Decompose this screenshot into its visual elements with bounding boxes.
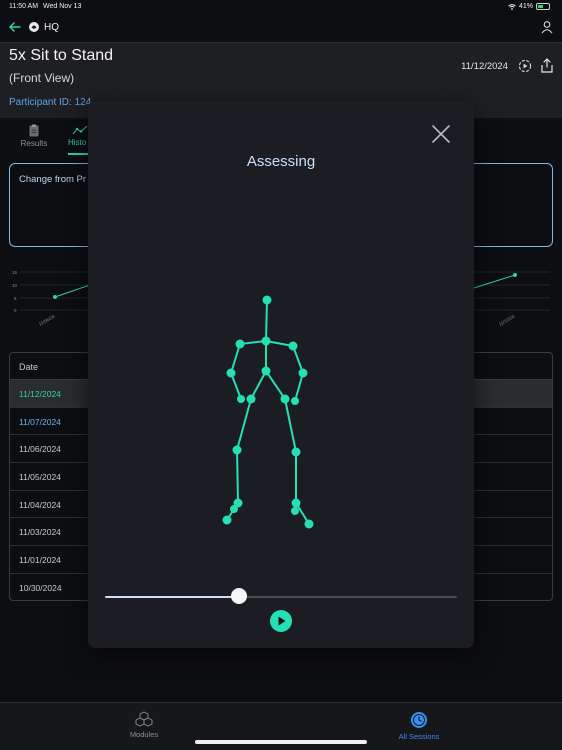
y-tick: 5 [14, 296, 17, 301]
tab-modules-label: Modules [129, 730, 159, 739]
history-clock-icon [411, 712, 427, 728]
y-tick: 10 [12, 283, 18, 288]
series-line-right [473, 274, 516, 289]
row-date: 10/30/2024 [19, 582, 62, 593]
data-point [513, 273, 517, 277]
playback-slider[interactable] [105, 596, 457, 598]
tab-all-sessions[interactable]: All Sessions [392, 711, 446, 741]
tab-all-sessions-label: All Sessions [398, 732, 440, 741]
battery-percent: 41% [518, 3, 533, 10]
data-point [53, 295, 57, 299]
tab-results[interactable]: Results [18, 124, 50, 148]
assessment-modal: Assessing [88, 101, 474, 648]
session-date: 11/12/2024 [461, 61, 508, 72]
row-date: 11/03/2024 [19, 527, 61, 538]
battery-icon [536, 3, 550, 10]
x-tick-left: 11/06/24 [38, 314, 56, 327]
home-indicator[interactable] [195, 740, 367, 744]
row-date: 11/05/2024 [19, 472, 61, 483]
x-tick-right: 11/12/24 [498, 314, 516, 327]
status-time: 11:50 AM [9, 3, 39, 10]
active-tab-indicator [68, 153, 90, 155]
pose-skeleton [222, 295, 314, 529]
slider-thumb[interactable] [230, 588, 247, 604]
app-screen: 11:50 AM Wed Nov 13 41% HQ 5x Sit to Sta… [0, 0, 562, 750]
participant-id[interactable]: Participant ID: 124 [9, 97, 91, 108]
status-date: Wed Nov 13 [43, 3, 82, 10]
back-arrow-icon[interactable] [8, 20, 22, 34]
nav-bar: HQ [0, 14, 562, 42]
page-subtitle: (Front View) [9, 71, 75, 85]
status-bar: 11:50 AM Wed Nov 13 41% [0, 0, 562, 14]
y-tick: 15 [12, 270, 18, 275]
tab-history-label: Histo [68, 138, 87, 147]
series-line-left [54, 284, 91, 298]
profile-icon[interactable] [540, 20, 554, 34]
row-date: 11/07/2024 [19, 416, 61, 427]
clipboard-icon [29, 124, 39, 137]
row-date: 11/01/2024 [19, 555, 61, 566]
replay-icon[interactable] [518, 59, 532, 73]
share-icon[interactable] [540, 58, 554, 73]
skeleton-joints [222, 295, 314, 529]
page-title: 5x Sit to Stand [9, 47, 114, 64]
play-icon[interactable] [269, 609, 293, 633]
row-date: 11/12/2024 [19, 389, 61, 399]
slider-fill [105, 596, 239, 598]
row-date: 11/04/2024 [19, 499, 61, 510]
skeleton-bones [226, 299, 310, 525]
trend-line-icon [72, 125, 88, 135]
y-tick: 0 [14, 308, 17, 313]
row-date: 11/06/2024 [19, 444, 61, 455]
tab-modules[interactable]: Modules [121, 711, 167, 739]
status-right: 41% [508, 3, 550, 10]
nav-title: HQ [44, 22, 59, 33]
tab-results-label: Results [20, 139, 48, 148]
change-label: Change from Pr [19, 174, 87, 185]
wifi-icon [508, 3, 516, 10]
hq-logo-icon [29, 22, 39, 32]
cubes-icon [135, 711, 153, 727]
